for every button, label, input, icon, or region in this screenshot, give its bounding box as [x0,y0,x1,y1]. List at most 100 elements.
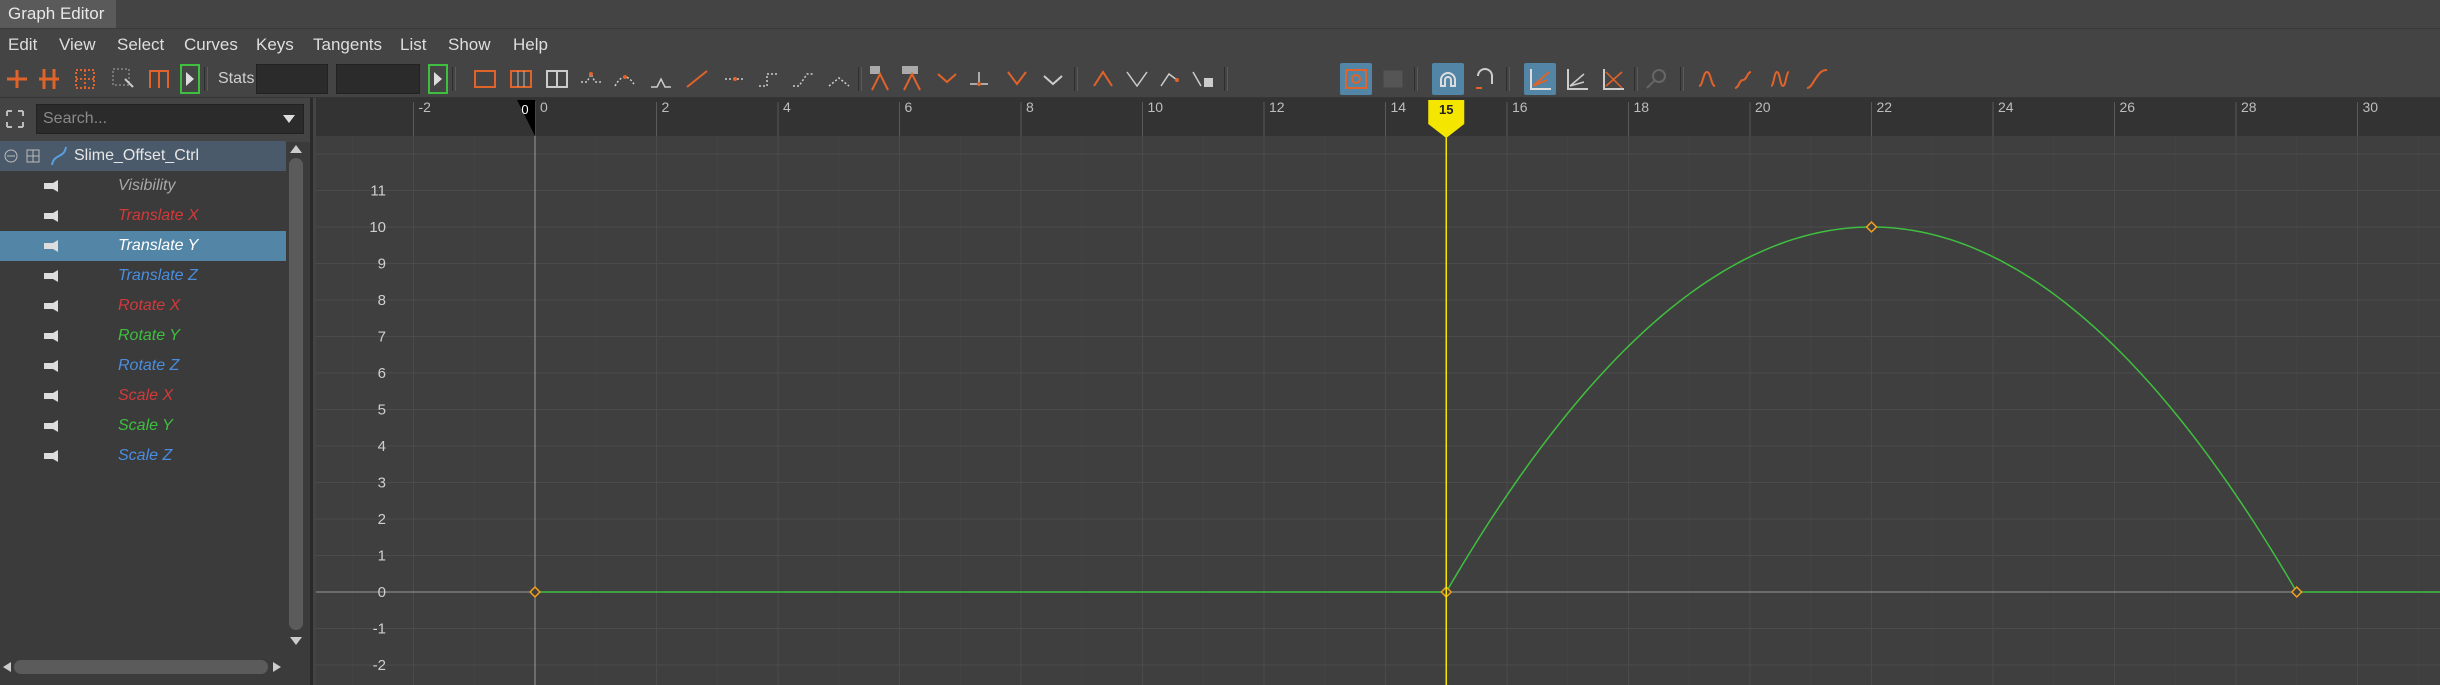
scroll-up-icon[interactable] [289,144,303,154]
move-nearest-key-icon[interactable] [4,66,30,92]
normalize-icon[interactable] [1527,66,1553,92]
current-frame-label: 15 [1439,102,1453,117]
scrollbar-thumb[interactable] [289,158,303,630]
plateau-tangent-icon[interactable] [790,66,816,92]
retime-tool-icon[interactable] [146,66,172,92]
menu-show[interactable]: Show [448,29,491,61]
unify-tangents-icon[interactable] [966,66,992,92]
channel-label: Rotate Y [118,327,180,344]
lock-channel-icon[interactable] [1190,66,1216,92]
linear-infinity-icon[interactable] [1804,66,1830,92]
value-tick-label: 9 [378,256,386,273]
post-infinity-icon[interactable] [1380,66,1406,92]
channel-row-scale-y[interactable]: Scale Y [0,411,286,441]
curve-graph[interactable]: -2 0 2 4 6 8 10 12 14 16 18 20 22 24 26 28 30 1110987654… [316,98,2440,685]
spline-tangent-icon[interactable] [612,66,638,92]
channel-label: Scale Y [118,417,173,434]
vertical-scrollbar[interactable] [286,142,306,652]
channel-curve-icon [44,330,58,342]
menu-list[interactable]: List [400,29,426,61]
auto-load-icon[interactable] [1158,66,1184,92]
channel-curve-icon [44,240,58,252]
scroll-right-icon[interactable] [272,661,282,673]
stats-label: Stats [218,70,255,87]
ruler-tick-label: 24 [1998,99,2014,115]
frame-all-icon[interactable] [472,66,498,92]
search-input[interactable]: Search... [36,104,304,134]
channel-curve-icon [44,390,58,402]
buffer-curve-icon[interactable] [868,66,894,92]
search-key-icon[interactable] [1644,66,1670,92]
step-tangent-icon[interactable] [756,66,782,92]
denormalize-icon[interactable] [1564,66,1590,92]
channel-row-rotate-z[interactable]: Rotate Z [0,351,286,381]
channel-row-translate-z[interactable]: Translate Z [0,261,286,291]
graph-view[interactable]: -2 0 2 4 6 8 10 12 14 16 18 20 22 24 26 28 30 11 10 9 8 7 6 5 4… [316,98,2440,685]
default-tangent-icon[interactable] [826,66,852,92]
frame-playback-range-icon[interactable] [544,66,570,92]
channel-label: Visibility [118,177,176,194]
channel-row-scale-x[interactable]: Scale X [0,381,286,411]
filter-icon[interactable] [6,110,24,128]
menu-edit[interactable]: Edit [8,29,37,61]
channel-curve-icon [44,450,58,462]
break-tangents-icon[interactable] [934,66,960,92]
play-toggle-icon[interactable] [180,64,200,94]
channel-label: Rotate Z [118,357,180,374]
cycle-icon[interactable] [1696,66,1722,92]
menu-view[interactable]: View [59,29,96,61]
channel-row-rotate-y[interactable]: Rotate Y [0,321,286,351]
scroll-down-icon[interactable] [289,636,303,646]
channel-row-rotate-x[interactable]: Rotate X [0,291,286,321]
current-time-indicator[interactable]: 15 [1428,100,1465,685]
auto-tangent-icon[interactable] [578,66,604,92]
flat-tangent-icon[interactable] [722,66,748,92]
linear-tangent-icon[interactable] [684,66,710,92]
pre-infinity-icon[interactable] [1343,66,1369,92]
cycle-offset-icon[interactable] [1732,66,1758,92]
snap-icon[interactable] [1090,66,1116,92]
chevron-down-icon[interactable] [282,114,296,124]
channel-row-translate-x[interactable]: Translate X [0,201,286,231]
channel-row-visibility[interactable]: Visibility [0,171,286,201]
channel-curve-icon [44,270,58,282]
menu-help[interactable]: Help [513,29,548,61]
channel-row-translate-y[interactable]: Translate Y [0,231,286,261]
free-tangent-weight-icon[interactable] [1004,66,1030,92]
menu-curves[interactable]: Curves [184,29,238,61]
insert-keys-icon[interactable] [36,66,62,92]
frame-selection-icon[interactable] [508,66,534,92]
absolute-view-icon[interactable] [1600,66,1626,92]
tree-item-slime-offset-ctrl[interactable]: Slime_Offset_Ctrl [0,141,286,171]
scrollbar-thumb[interactable] [14,660,268,674]
collapse-icon[interactable] [4,149,18,163]
keyframe[interactable] [528,585,542,599]
keyframe[interactable] [2290,585,2303,599]
stats-field-2[interactable] [336,64,420,94]
lattice-deform-icon[interactable] [72,66,98,92]
stats-toggle-icon[interactable] [428,64,448,94]
menu-keys[interactable]: Keys [256,29,294,61]
stacked-curves-icon[interactable] [1472,66,1498,92]
stats-field-1[interactable] [256,64,328,94]
region-select-icon[interactable] [110,66,136,92]
magnet-icon[interactable] [1435,66,1461,92]
isolate-curve-icon[interactable] [1124,66,1150,92]
value-tick-label: 7 [378,329,386,346]
ruler-tick-label: 10 [1148,99,1164,115]
clamped-tangent-icon[interactable] [648,66,674,92]
swap-buffer-icon[interactable] [900,66,926,92]
scroll-left-icon[interactable] [2,661,12,673]
ruler-tick-label: 20 [1755,99,1771,115]
channel-label: Translate Y [118,237,199,254]
oscillate-icon[interactable] [1768,66,1794,92]
ruler-tick-label: 30 [2363,99,2379,115]
channel-row-scale-z[interactable]: Scale Z [0,441,286,471]
lock-tangent-weight-icon[interactable] [1040,66,1066,92]
graph-editor-window: Graph Editor Edit View Select Curves Key… [0,0,2440,685]
horizontal-scrollbar[interactable] [0,656,286,678]
menu-select[interactable]: Select [117,29,164,61]
keyframe[interactable] [1865,220,1878,234]
menu-tangents[interactable]: Tangents [313,29,382,61]
toolbar-separator [1074,67,1078,91]
